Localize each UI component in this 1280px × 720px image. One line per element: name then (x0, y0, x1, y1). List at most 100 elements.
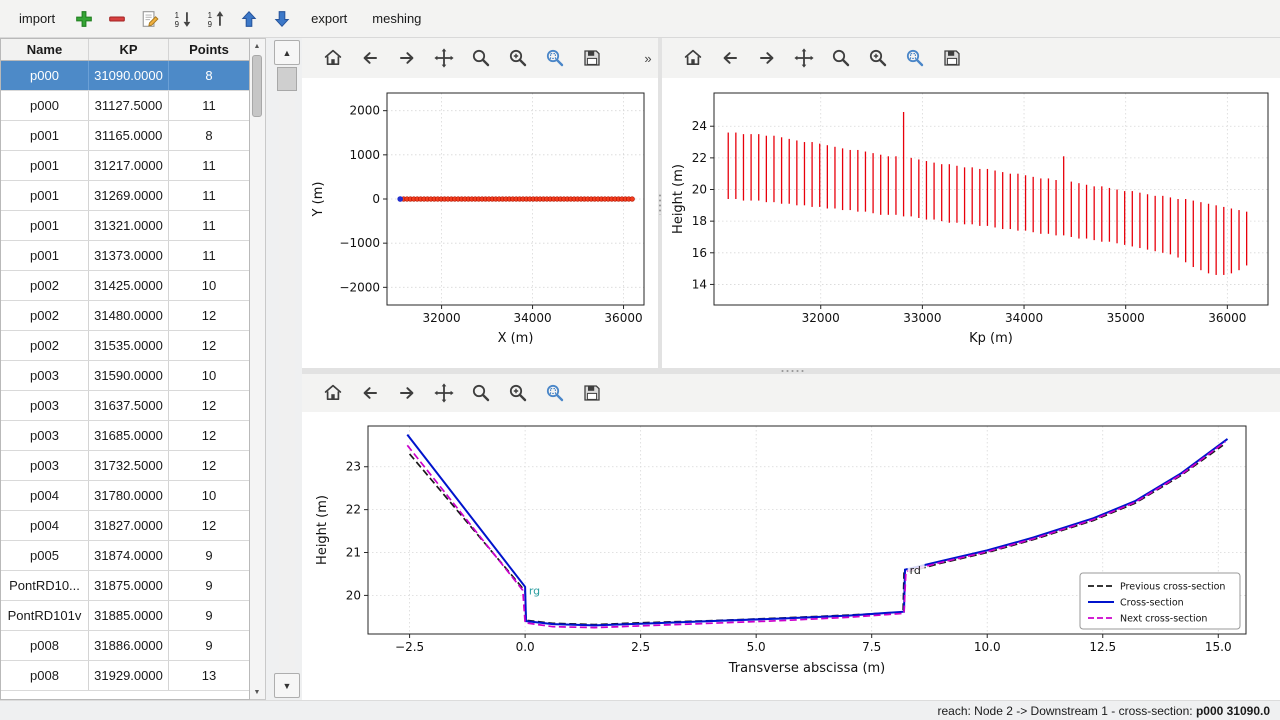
move-down-button[interactable] (267, 5, 297, 33)
cell-name: p004 (1, 511, 89, 540)
panel-scroll-up-button[interactable]: ▲ (274, 40, 300, 65)
column-header-points[interactable]: Points (169, 39, 249, 60)
x-tick-label: 33000 (903, 311, 941, 325)
zoom-button[interactable] (466, 378, 496, 408)
x-tick-label: 15.0 (1205, 640, 1232, 654)
plan-view-figure[interactable]: 320003400036000200010000−1000−2000X (m)Y… (302, 78, 658, 368)
table-row[interactable]: PontRD10...31875.00009 (1, 571, 249, 601)
cell-kp: 31373.0000 (89, 241, 169, 270)
cell-kp: 31165.0000 (89, 121, 169, 150)
export-button[interactable]: export (300, 6, 358, 31)
status-text: reach: Node 2 -> Downstream 1 - cross-se… (938, 704, 1196, 718)
cell-kp: 31425.0000 (89, 271, 169, 300)
home-button[interactable] (678, 43, 708, 73)
sort-descending-button[interactable]: 19 (168, 5, 198, 33)
meshing-button[interactable]: meshing (361, 6, 432, 31)
zoom-rect-button[interactable] (540, 43, 570, 73)
pan-button[interactable] (789, 43, 819, 73)
add-cross-section-button[interactable] (69, 5, 99, 33)
table-row[interactable]: PontRD101v31885.00009 (1, 601, 249, 631)
cell-name: p004 (1, 481, 89, 510)
scroll-down-arrow-icon[interactable]: ▼ (250, 686, 264, 698)
forward-button[interactable] (752, 43, 782, 73)
import-button[interactable]: import (8, 6, 66, 31)
panel-scrollbar[interactable]: ▲ ▼ (274, 40, 300, 698)
pan-button[interactable] (429, 378, 459, 408)
table-row[interactable]: p00431827.000012 (1, 511, 249, 541)
table-row[interactable]: p00331637.500012 (1, 391, 249, 421)
table-row[interactable]: p00231535.000012 (1, 331, 249, 361)
cell-points: 12 (169, 301, 249, 330)
zoom-button[interactable] (466, 43, 496, 73)
table-row[interactable]: p00331590.000010 (1, 361, 249, 391)
y-tick-label: −2000 (339, 280, 380, 294)
table-row[interactable]: p00031127.500011 (1, 91, 249, 121)
cell-name: PontRD10... (1, 571, 89, 600)
zoom-rect-button[interactable] (900, 43, 930, 73)
table-row[interactable]: p00231480.000012 (1, 301, 249, 331)
sort-ascending-button[interactable]: 19 (201, 5, 231, 33)
cell-points: 9 (169, 571, 249, 600)
pan-button[interactable] (429, 43, 459, 73)
edit-cross-section-button[interactable] (135, 5, 165, 33)
home-button[interactable] (318, 43, 348, 73)
table-row[interactable]: p00231425.000010 (1, 271, 249, 301)
zoom-rect-button[interactable] (540, 378, 570, 408)
x-tick-label: 12.5 (1089, 640, 1116, 654)
home-button[interactable] (318, 378, 348, 408)
column-header-kp[interactable]: KP (89, 39, 169, 60)
table-row[interactable]: p00131321.000011 (1, 211, 249, 241)
remove-cross-section-button[interactable] (102, 5, 132, 33)
save-figure-button[interactable] (577, 378, 607, 408)
zoom-in-button[interactable] (503, 378, 533, 408)
panel-scroll-down-button[interactable]: ▼ (274, 673, 300, 698)
cell-name: PontRD101v (1, 601, 89, 630)
back-button[interactable] (715, 43, 745, 73)
y-axis-label: Height (m) (315, 495, 330, 565)
x-tick-label: 32000 (802, 311, 840, 325)
scrollbar-thumb[interactable] (252, 55, 262, 117)
zoom-in-button[interactable] (503, 43, 533, 73)
table-row[interactable]: p00531874.00009 (1, 541, 249, 571)
back-button[interactable] (355, 43, 385, 73)
panel-scrollbar-thumb[interactable] (277, 67, 297, 91)
column-header-name[interactable]: Name (1, 39, 89, 60)
forward-button[interactable] (392, 43, 422, 73)
table-row[interactable]: p00031090.00008 (1, 61, 249, 91)
longitudinal-profile-figure[interactable]: 3200033000340003500036000141618202224Kp … (662, 78, 1280, 368)
zoom-button[interactable] (826, 43, 856, 73)
table-row[interactable]: p00131165.00008 (1, 121, 249, 151)
move-up-button[interactable] (234, 5, 264, 33)
forward-button[interactable] (392, 378, 422, 408)
y-tick-label: 1000 (349, 148, 380, 162)
y-tick-label: 23 (346, 460, 361, 474)
table-row[interactable]: p00331732.500012 (1, 451, 249, 481)
table-row[interactable]: p00131217.000011 (1, 151, 249, 181)
cross-section-figure[interactable]: −2.50.02.55.07.510.012.515.020212223Tran… (302, 412, 1280, 700)
table-row[interactable]: p00431780.000010 (1, 481, 249, 511)
table-row[interactable]: p00131269.000011 (1, 181, 249, 211)
table-row[interactable]: p00831886.00009 (1, 631, 249, 661)
table-row[interactable]: p00831929.000013 (1, 661, 249, 691)
table-row[interactable]: p00331685.000012 (1, 421, 249, 451)
zoom-in-button[interactable] (863, 43, 893, 73)
svg-text:1: 1 (208, 10, 212, 19)
scroll-up-arrow-icon[interactable]: ▲ (250, 40, 264, 52)
zoomblue-icon (905, 48, 925, 68)
panel-scrollbar-track[interactable] (279, 66, 295, 672)
y-tick-label: 20 (346, 588, 361, 602)
x-tick-label: 10.0 (974, 640, 1001, 654)
save-figure-button[interactable] (937, 43, 967, 73)
save-figure-button[interactable] (577, 43, 607, 73)
cell-points: 12 (169, 331, 249, 360)
back-button[interactable] (355, 378, 385, 408)
forward-icon (397, 48, 417, 68)
y-axis-label: Height (m) (671, 164, 686, 234)
cell-kp: 31875.0000 (89, 571, 169, 600)
plan-view-panel: » 320003400036000200010000−1000−2000X (m… (302, 38, 658, 368)
toolbar-overflow-button[interactable]: » (640, 46, 656, 70)
table-row[interactable]: p00131373.000011 (1, 241, 249, 271)
table-scrollbar[interactable]: ▲ ▼ (250, 38, 266, 700)
minus-icon (108, 10, 126, 28)
top-plots-row: » 320003400036000200010000−1000−2000X (m… (302, 38, 1280, 368)
